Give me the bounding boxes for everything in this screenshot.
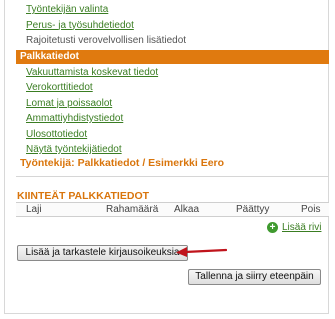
nav-item-show-employee-info[interactable]: Näytä työntekijätiedot bbox=[16, 142, 329, 158]
column-header-type: Laji bbox=[26, 204, 42, 215]
add-row-label[interactable]: Lisää rivi bbox=[282, 222, 321, 233]
save-and-continue-button[interactable]: Tallenna ja siirry eteenpäin bbox=[188, 269, 321, 285]
add-row-link[interactable]: + Lisää rivi bbox=[267, 222, 321, 233]
plus-circle-icon: + bbox=[267, 222, 278, 233]
fixed-pay-table-header: Laji Rahamäärä Alkaa Päättyy Pois bbox=[16, 202, 329, 217]
nav-item-trade-union-info[interactable]: Ammattiyhdistystiedot bbox=[16, 111, 329, 127]
column-header-start: Alkaa bbox=[174, 204, 200, 215]
column-header-remove: Pois bbox=[301, 204, 321, 215]
add-and-review-button[interactable]: Lisää ja tarkastele kirjausoikeuksia bbox=[17, 245, 188, 261]
nav-item-insurance-info[interactable]: Vakuuttamista koskevat tiedot bbox=[16, 65, 329, 81]
fixed-pay-section-title: KIINTEÄT PALKKATIEDOT bbox=[17, 190, 150, 202]
nav-item-pay-info-active[interactable]: Palkkatiedot bbox=[16, 49, 329, 64]
nav-item-employee-selection[interactable]: Työntekijän valinta bbox=[16, 2, 329, 18]
column-header-amount: Rahamäärä bbox=[106, 204, 159, 215]
column-header-end: Päättyy bbox=[236, 204, 270, 215]
nav-item-tax-card-info[interactable]: Verokorttitiedot bbox=[16, 80, 329, 96]
nav-item-enforcement-info[interactable]: Ulosottotiedot bbox=[16, 127, 329, 143]
arrow-pointer-icon bbox=[176, 247, 227, 257]
nav-item-basic-employment-info[interactable]: Perus- ja työsuhdetiedot bbox=[16, 18, 329, 34]
divider bbox=[16, 176, 329, 177]
nav-item-holidays-absences[interactable]: Lomat ja poissaolot bbox=[16, 96, 329, 112]
step-navigation: Työntekijän valinta Perus- ja työsuhdeti… bbox=[16, 2, 329, 158]
page-title: Työntekijä: Palkkatiedot / Esimerkki Eer… bbox=[20, 157, 225, 169]
nav-item-limited-tax-liability-info: Rajoitetusti verovelvollisen lisätiedot bbox=[26, 35, 187, 46]
